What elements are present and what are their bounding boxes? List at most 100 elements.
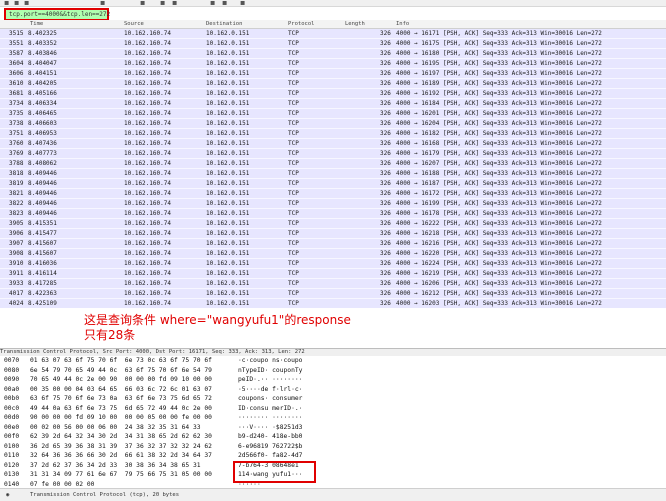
hex-row[interactable]: 00f0 62 39 2d 64 32 34 30 2d 34 31 38 65 …: [0, 432, 666, 442]
packet-row[interactable]: 3907 8.415607 10.162.160.74 10.162.0.151 TCP…: [0, 239, 666, 249]
packet-row[interactable]: 3819 8.409446 10.162.160.74 10.162.0.151 TCP…: [0, 179, 666, 189]
hex-row[interactable]: 0100 36 2d 65 39 36 38 31 39 37 36 32 37 …: [0, 442, 666, 452]
packet-row[interactable]: 3788 8.408062 10.162.160.74 10.162.0.151 TCP…: [0, 159, 666, 169]
packet-row[interactable]: 3751 8.406953 10.162.160.74 10.162.0.151 TCP…: [0, 129, 666, 139]
column-header-length[interactable]: Length: [345, 20, 365, 28]
reload-icon[interactable]: ▪: [100, 0, 105, 6]
hex-bytes: 00 02 00 56 00 00 06 00 24 38 32 35 31 6…: [30, 423, 201, 431]
packet-time: 8.409446: [28, 200, 57, 207]
packet-destination: 10.162.0.151: [206, 290, 250, 297]
packet-row[interactable]: 3821 8.409446 10.162.160.74 10.162.0.151 TCP…: [0, 189, 666, 199]
packet-info: 4000 → 16222 [PSH, ACK] Seq=333 Ack=313 …: [396, 220, 602, 227]
column-header-protocol[interactable]: Protocol: [288, 20, 315, 28]
packet-row[interactable]: 3515 8.402325 10.162.160.74 10.162.0.151 TCP…: [0, 29, 666, 39]
resize-columns-icon[interactable]: ▪: [240, 0, 245, 6]
column-header-time[interactable]: Time: [30, 20, 43, 28]
packet-row[interactable]: 3823 8.409446 10.162.160.74 10.162.0.151 TCP…: [0, 209, 666, 219]
packet-info: 4000 → 16172 [PSH, ACK] Seq=333 Ack=313 …: [396, 190, 602, 197]
packet-no: 3734: [9, 100, 24, 107]
hex-row[interactable]: 0120 37 2d 62 37 36 34 2d 33 30 38 36 34 …: [0, 461, 666, 471]
packet-time: 8.415477: [28, 230, 57, 237]
packet-list: 3515 8.402325 10.162.160.74 10.162.0.151 TCP…: [0, 29, 666, 309]
packet-length: 326: [380, 250, 391, 257]
hex-bytes: 00 35 00 00 04 03 64 65 66 03 6c 72 6c 0…: [30, 385, 212, 393]
find-icon[interactable]: ▪: [140, 0, 145, 6]
detail-tcp-line[interactable]: Transmission Control Protocol, Src Port:…: [0, 349, 305, 355]
packet-protocol: TCP: [288, 50, 299, 57]
column-header-info[interactable]: Info: [396, 20, 409, 28]
packet-row[interactable]: 3910 8.416036 10.162.160.74 10.162.0.151 TCP…: [0, 259, 666, 269]
hex-row[interactable]: 0110 32 64 36 36 36 66 30 2d 66 61 38 32 …: [0, 451, 666, 461]
packet-source: 10.162.160.74: [124, 260, 171, 267]
packet-time: 8.415607: [28, 250, 57, 257]
packet-row[interactable]: 3760 8.407436 10.162.160.74 10.162.0.151 TCP…: [0, 139, 666, 149]
packet-destination: 10.162.0.151: [206, 80, 250, 87]
packet-row[interactable]: 3818 8.409446 10.162.160.74 10.162.0.151 TCP…: [0, 169, 666, 179]
packet-destination: 10.162.0.151: [206, 170, 250, 177]
packet-row[interactable]: 3933 8.417285 10.162.160.74 10.162.0.151 TCP…: [0, 279, 666, 289]
close-icon[interactable]: ▪: [24, 0, 29, 6]
packet-source: 10.162.160.74: [124, 280, 171, 287]
packet-row[interactable]: 3604 8.404047 10.162.160.74 10.162.0.151 TCP…: [0, 59, 666, 69]
zoom-out-icon[interactable]: ▪: [222, 0, 227, 6]
packet-source: 10.162.160.74: [124, 220, 171, 227]
packet-time: 8.415351: [28, 220, 57, 227]
packet-no: 3910: [9, 260, 24, 267]
packet-no: 3551: [9, 40, 24, 47]
hex-row[interactable]: 00d0 90 00 00 00 fd 09 10 00 00 00 05 00 …: [0, 413, 666, 423]
packet-destination: 10.162.0.151: [206, 40, 250, 47]
open-icon[interactable]: ▪: [4, 0, 9, 6]
hex-row[interactable]: 0130 31 31 34 09 77 61 6e 67 79 75 66 75 …: [0, 470, 666, 480]
hex-row[interactable]: 00a0 00 35 00 00 04 03 64 65 66 03 6c 72 …: [0, 385, 666, 395]
packet-protocol: TCP: [288, 130, 299, 137]
packet-length: 326: [380, 220, 391, 227]
packet-source: 10.162.160.74: [124, 100, 171, 107]
packet-no: 3911: [9, 270, 24, 277]
packet-row[interactable]: 3606 8.404151 10.162.160.74 10.162.0.151 TCP…: [0, 69, 666, 79]
packet-row[interactable]: 3911 8.416114 10.162.160.74 10.162.0.151 TCP…: [0, 269, 666, 279]
packet-row[interactable]: 3822 8.409446 10.162.160.74 10.162.0.151 TCP…: [0, 199, 666, 209]
hex-ascii: ID·consu merID·.·: [238, 404, 303, 412]
packet-row[interactable]: 3905 8.415351 10.162.160.74 10.162.0.151 TCP…: [0, 219, 666, 229]
packet-row[interactable]: 3735 8.406465 10.162.160.74 10.162.0.151 TCP…: [0, 109, 666, 119]
hex-row[interactable]: 0090 70 65 49 44 0c 2e 00 90 00 00 00 fd …: [0, 375, 666, 385]
packet-time: 8.415607: [28, 240, 57, 247]
packet-time: 8.406465: [28, 110, 57, 117]
packet-no: 3606: [9, 70, 24, 77]
column-header-source[interactable]: Source: [124, 20, 144, 28]
packet-length: 326: [380, 260, 391, 267]
hex-row[interactable]: 00b0 63 6f 75 70 6f 6e 73 0a 63 6f 6e 73 …: [0, 394, 666, 404]
packet-row[interactable]: 3610 8.404205 10.162.160.74 10.162.0.151 TCP…: [0, 79, 666, 89]
annotation-note: 这是查询条件 where="wangyufu1"的response 只有28条: [84, 313, 351, 343]
zoom-in-icon[interactable]: ▪: [210, 0, 215, 6]
go-back-icon[interactable]: ▪: [160, 0, 165, 6]
packet-row[interactable]: 4017 8.422363 10.162.160.74 10.162.0.151 TCP…: [0, 289, 666, 299]
save-icon[interactable]: ▪: [14, 0, 19, 6]
packet-row[interactable]: 3734 8.406334 10.162.160.74 10.162.0.151 TCP…: [0, 99, 666, 109]
packet-info: 4000 → 16201 [PSH, ACK] Seq=333 Ack=313 …: [396, 110, 602, 117]
packet-no: 4017: [9, 290, 24, 297]
packet-row[interactable]: 3551 8.403352 10.162.160.74 10.162.0.151 TCP…: [0, 39, 666, 49]
packet-source: 10.162.160.74: [124, 170, 171, 177]
packet-row[interactable]: 3681 8.405166 10.162.160.74 10.162.0.151 TCP…: [0, 89, 666, 99]
packet-length: 326: [380, 80, 391, 87]
packet-destination: 10.162.0.151: [206, 120, 250, 127]
hex-row[interactable]: 0070 01 63 07 63 6f 75 70 6f 6e 73 0c 63 …: [0, 356, 666, 366]
packet-row[interactable]: 3908 8.415607 10.162.160.74 10.162.0.151 TCP…: [0, 249, 666, 259]
hex-row[interactable]: 00e0 00 02 00 56 00 00 06 00 24 38 32 35 …: [0, 423, 666, 433]
packet-row[interactable]: 3738 8.406603 10.162.160.74 10.162.0.151 TCP…: [0, 119, 666, 129]
hex-row[interactable]: 00c0 49 44 0a 63 6f 6e 73 75 6d 65 72 49 …: [0, 404, 666, 414]
packet-no: 3769: [9, 150, 24, 157]
packet-row[interactable]: 3906 8.415477 10.162.160.74 10.162.0.151 TCP…: [0, 229, 666, 239]
packet-row[interactable]: 3769 8.407773 10.162.160.74 10.162.0.151 TCP…: [0, 149, 666, 159]
packet-no: 3681: [9, 90, 24, 97]
packet-protocol: TCP: [288, 200, 299, 207]
hex-row[interactable]: 0080 6e 54 79 70 65 49 44 0c 63 6f 75 70 …: [0, 366, 666, 376]
packet-row[interactable]: 3587 8.403846 10.162.160.74 10.162.0.151 TCP…: [0, 49, 666, 59]
expert-info-icon[interactable]: ◉: [6, 489, 9, 501]
hex-ascii: nTypeID· couponTy: [238, 366, 303, 374]
packet-source: 10.162.160.74: [124, 40, 171, 47]
packet-source: 10.162.160.74: [124, 270, 171, 277]
go-forward-icon[interactable]: ▪: [172, 0, 177, 6]
column-header-destination[interactable]: Destination: [206, 20, 242, 28]
